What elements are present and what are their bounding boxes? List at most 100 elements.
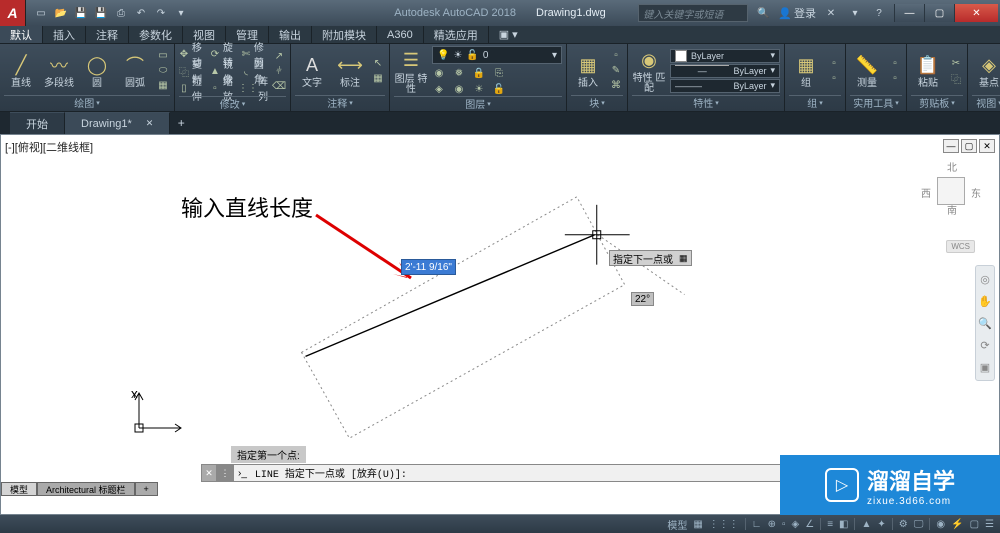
layer-thaw-icon[interactable]: ☀ <box>472 82 486 96</box>
table-icon[interactable]: ▦ <box>371 71 385 85</box>
ribbon-label-baseview[interactable]: 视图 <box>972 95 1000 109</box>
layer-match-icon[interactable]: ⎘ <box>492 66 506 80</box>
menutab-more[interactable]: ▣ ▾ <box>489 26 528 43</box>
status-transparency-icon[interactable]: ◧ <box>839 519 848 530</box>
status-ortho-icon[interactable]: ∟ <box>752 519 762 530</box>
redo-icon[interactable]: ↷ <box>154 6 168 20</box>
ribbon-label-properties[interactable]: 特性 <box>632 95 780 109</box>
line-button[interactable]: ╱直线 <box>4 46 38 95</box>
cmdline-handle-icon[interactable]: ⋮ <box>216 465 234 481</box>
ribbon-label-block[interactable]: 块 <box>571 95 623 109</box>
create-block-icon[interactable]: ▫ <box>609 49 623 63</box>
arc-button[interactable]: ⌒圆弧 <box>118 46 152 95</box>
command-line[interactable]: ✕ ⋮ ›_ LINE 指定下一点或 [放弃(U)]: ▴ <box>201 464 799 482</box>
polyline-button[interactable]: 〰多段线 <box>42 46 76 95</box>
layer-on-icon[interactable]: ◉ <box>452 82 466 96</box>
command-input[interactable]: LINE 指定下一点或 [放弃(U)]: <box>251 465 785 481</box>
print-icon[interactable]: ⎙ <box>114 6 128 20</box>
login-button[interactable]: 👤登录 <box>778 5 816 21</box>
ribbon-label-modify[interactable]: 修改 <box>179 96 286 110</box>
layer-unlock-icon[interactable]: 🔓 <box>492 82 506 96</box>
status-osnap-icon[interactable]: ▫ <box>782 519 786 530</box>
layout-tab-model[interactable]: 模型 <box>1 482 37 496</box>
extend-icon[interactable]: ↗ <box>272 49 286 63</box>
group-button[interactable]: ▦组 <box>789 46 823 95</box>
window-minimize-button[interactable]: — <box>894 4 924 22</box>
calc-icon[interactable]: ▫ <box>888 71 902 85</box>
undo-icon[interactable]: ↶ <box>134 6 148 20</box>
measure-button[interactable]: 📏测量 <box>850 46 884 95</box>
leader-icon[interactable]: ↖ <box>371 56 385 70</box>
layout-tab-architectural[interactable]: Architectural 标题栏 <box>37 482 135 496</box>
offset-icon[interactable]: ⫩ <box>272 64 286 78</box>
help-icon[interactable]: ? <box>870 5 888 21</box>
status-annoviz-icon[interactable]: ✦ <box>877 519 885 530</box>
menutab-addins[interactable]: 附加模块 <box>312 26 377 43</box>
status-cleanscreen-icon[interactable]: ▢ <box>970 519 979 530</box>
layer-iso-icon[interactable]: ◈ <box>432 82 446 96</box>
status-isolate-icon[interactable]: ◉ <box>936 519 945 530</box>
doctab-drawing1[interactable]: Drawing1*✕ <box>65 112 170 134</box>
ungroup-icon[interactable]: ▫ <box>827 56 841 70</box>
qat-more-icon[interactable]: ▾ <box>174 6 188 20</box>
doctab-add-button[interactable]: + <box>170 112 192 134</box>
menutab-a360[interactable]: A360 <box>377 26 424 43</box>
layer-lock-icon[interactable]: 🔒 <box>472 66 486 80</box>
new-icon[interactable]: ▭ <box>34 6 48 20</box>
status-hardware-icon[interactable]: ⚡ <box>951 519 963 530</box>
menutab-output[interactable]: 输出 <box>269 26 312 43</box>
lineweight-combo[interactable]: —ByLayer▾ <box>670 64 780 78</box>
saveas-icon[interactable]: 💾 <box>94 6 108 20</box>
array-button[interactable]: ⋮⋮阵列 <box>241 80 268 96</box>
status-3dosnap-icon[interactable]: ◈ <box>792 519 800 530</box>
status-monitor-icon[interactable]: 🖵 <box>914 519 924 530</box>
hatch-icon[interactable]: ▦ <box>156 79 170 93</box>
status-polar-icon[interactable]: ⊕ <box>768 519 776 530</box>
menutab-insert[interactable]: 插入 <box>43 26 86 43</box>
status-customize-icon[interactable]: ☰ <box>985 519 994 530</box>
status-lineweight-icon[interactable]: ≡ <box>827 519 833 530</box>
group-edit-icon[interactable]: ▫ <box>827 71 841 85</box>
ribbon-label-layers[interactable]: 图层 <box>394 96 562 110</box>
search-icon[interactable]: 🔍 <box>754 5 772 21</box>
stretch-button[interactable]: ▯拉伸 <box>179 80 206 96</box>
doctab-start[interactable]: 开始 <box>10 112 65 134</box>
menutab-annotate[interactable]: 注释 <box>86 26 129 43</box>
ribbon-label-annotation[interactable]: 注释 <box>295 95 385 109</box>
menutab-parametric[interactable]: 参数化 <box>129 26 183 43</box>
ellipse-icon[interactable]: ⬭ <box>156 64 170 78</box>
ribbon-label-utilities[interactable]: 实用工具 <box>850 95 902 109</box>
app-logo-icon[interactable]: A <box>0 0 26 26</box>
copyclip-icon[interactable]: ⿻ <box>949 71 963 85</box>
dynamic-length-input[interactable]: 2'-11 9/16" <box>401 259 456 275</box>
attr-icon[interactable]: ⌘ <box>609 79 623 93</box>
search-input[interactable]: 键入关键字或短语 <box>638 4 748 22</box>
ribbon-label-groups[interactable]: 组 <box>789 95 841 109</box>
menutab-featured[interactable]: 精选应用 <box>424 26 489 43</box>
text-button[interactable]: A文字 <box>295 46 329 95</box>
layer-properties-button[interactable]: ☰图层 特性 <box>394 46 428 96</box>
match-properties-button[interactable]: ◉特性 匹配 <box>632 46 666 95</box>
paste-button[interactable]: 📋粘贴 <box>911 46 945 95</box>
window-close-button[interactable]: ✕ <box>954 4 998 22</box>
status-grid-icon[interactable]: ▦ <box>693 519 702 530</box>
cmdline-close-icon[interactable]: ✕ <box>202 465 216 481</box>
rect-icon[interactable]: ▭ <box>156 49 170 63</box>
layout-tab-add[interactable]: + <box>135 482 158 496</box>
open-icon[interactable]: 📂 <box>54 6 68 20</box>
status-workspace-icon[interactable]: ⚙ <box>899 519 908 530</box>
base-button[interactable]: ◈基点 <box>972 46 1000 95</box>
save-icon[interactable]: 💾 <box>74 6 88 20</box>
edit-block-icon[interactable]: ✎ <box>609 64 623 78</box>
scale-button[interactable]: ▫缩放 <box>210 80 237 96</box>
dropdown-icon[interactable]: ▾ <box>846 5 864 21</box>
cut-icon[interactable]: ✂ <box>949 56 963 70</box>
status-annoscale-icon[interactable]: ▲ <box>861 519 871 530</box>
layer-freeze-icon[interactable]: ❅ <box>452 66 466 80</box>
circle-button[interactable]: ◯圆 <box>80 46 114 95</box>
dimension-button[interactable]: ⟷标注 <box>333 46 367 95</box>
ribbon-label-clipboard[interactable]: 剪贴板 <box>911 95 963 109</box>
select-icon[interactable]: ▫ <box>888 56 902 70</box>
status-model-button[interactable]: 模型 <box>667 517 687 532</box>
erase-icon[interactable]: ⌫ <box>272 79 286 93</box>
